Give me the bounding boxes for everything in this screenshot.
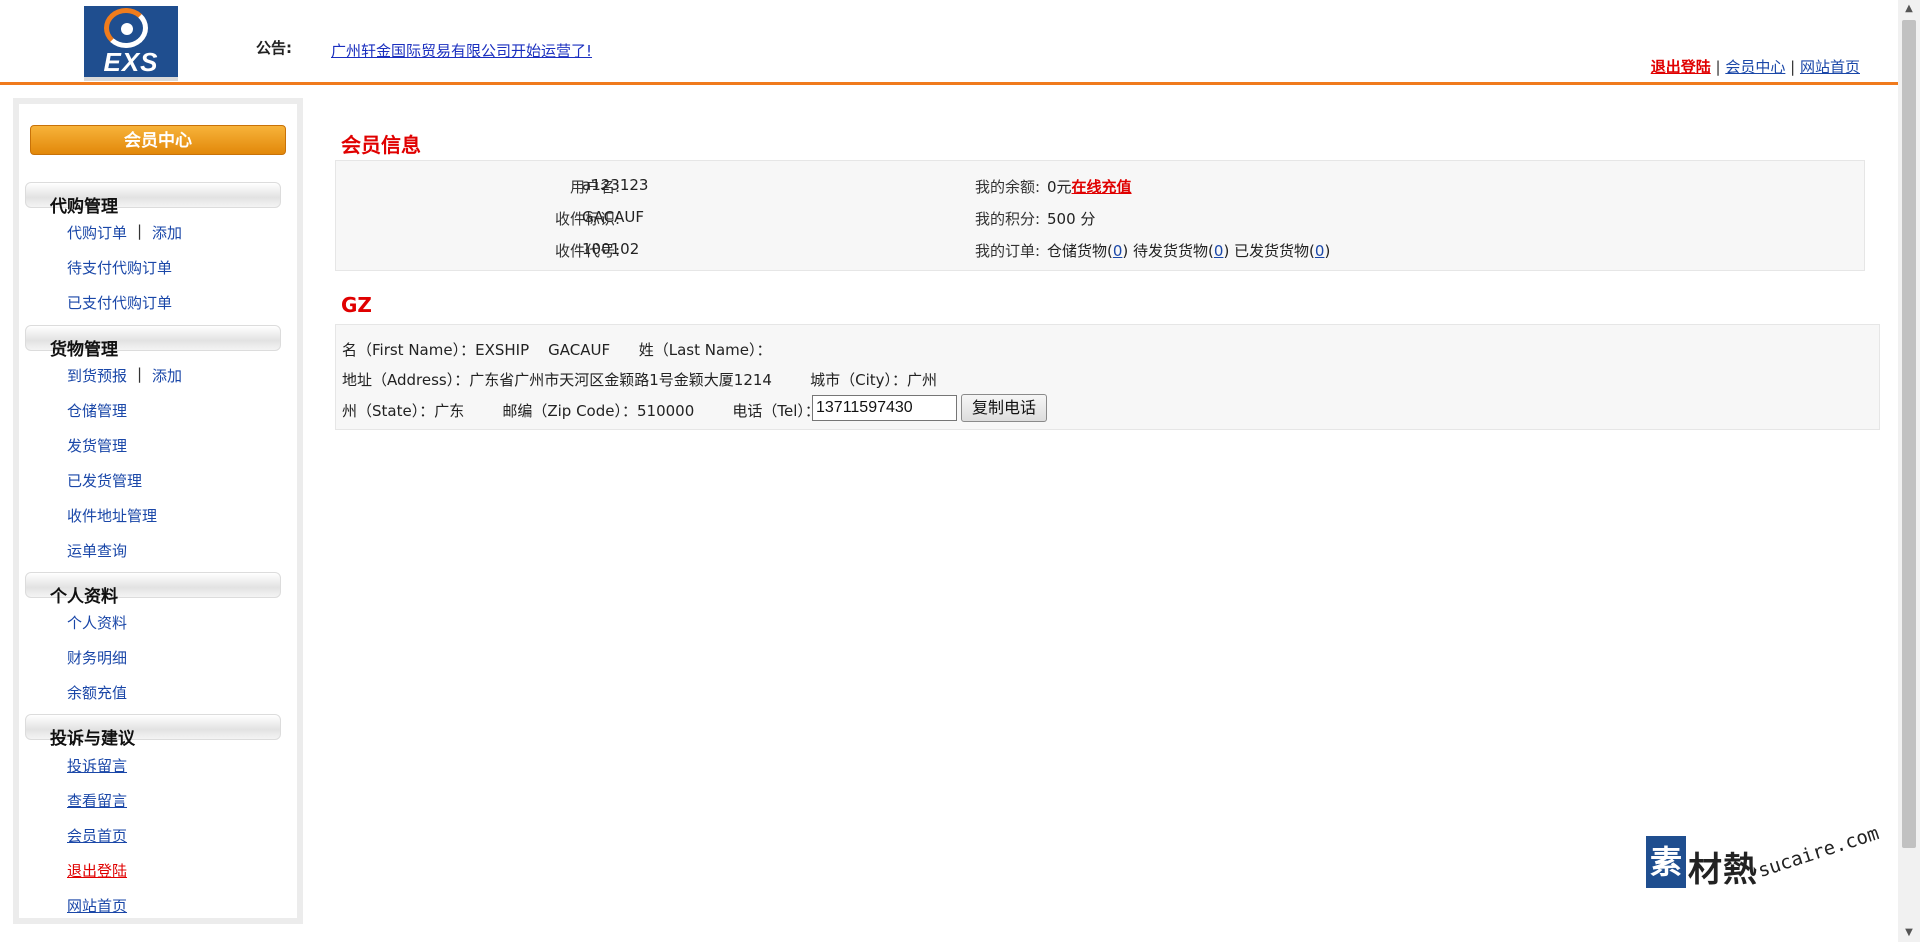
top-site-home-link[interactable]: 网站首页 — [1800, 58, 1860, 76]
balance-label: 我的余额: — [974, 178, 1040, 196]
top-member-center-link[interactable]: 会员中心 — [1725, 58, 1785, 76]
sidebar-item-finance[interactable]: 财务明细 — [67, 647, 127, 668]
member-center-button[interactable]: 会员中心 — [30, 125, 286, 155]
address-title: GZ — [341, 293, 372, 317]
sidebar-item-waybill-query[interactable]: 运单查询 — [67, 540, 127, 561]
state-zip-tel-line: 州（State）：广东 邮编（Zip Code）：510000 电话（Tel）： — [342, 402, 820, 420]
sidebar-sep: | — [137, 222, 143, 240]
section-title-feedback: 投诉与建议 — [25, 714, 281, 749]
sidebar-panel: 会员中心 代购管理 代购订单 | 添加 待支付代购订单 已支付代购订单 货物管理… — [19, 104, 297, 918]
site-logo[interactable]: EXS — [84, 6, 178, 81]
sidebar-item-shipping[interactable]: 发货管理 — [67, 435, 127, 456]
sidebar-item-forecast-add[interactable]: 添加 — [152, 365, 182, 386]
watermark-logo: 素 材熱 sucaire.com — [1646, 822, 1896, 906]
logo-stripe — [84, 77, 178, 81]
sidebar-item-purchase-add[interactable]: 添加 — [152, 222, 182, 243]
top-logout-link[interactable]: 退出登陆 — [1651, 58, 1711, 76]
copy-phone-button[interactable]: 复制电话 — [961, 394, 1047, 422]
top-sep: | — [1715, 58, 1721, 76]
storage-count-link[interactable]: 0 — [1113, 242, 1123, 260]
address-box: 名（First Name）：EXSHIP GACAUF 姓（Last Name）… — [335, 324, 1880, 430]
header-divider — [0, 82, 1898, 85]
orders-label: 我的订单: — [974, 242, 1040, 260]
section-title-profile: 个人资料 — [25, 572, 281, 607]
sidebar-item-complaint[interactable]: 投诉留言 — [67, 755, 127, 776]
notice-link[interactable]: 广州轩金国际贸易有限公司开始运营了! — [331, 40, 592, 61]
page: EXS 公告: 广州轩金国际贸易有限公司开始运营了! 退出登陆 | 会员中心 |… — [0, 0, 1920, 942]
watermark-en-text: sucaire.com — [1755, 822, 1882, 882]
sidebar-sep: | — [137, 365, 143, 383]
section-title-label: 货物管理 — [50, 340, 118, 360]
section-title-purchase: 代购管理 — [25, 182, 281, 217]
sidebar-item-arrival-forecast[interactable]: 到货预报 — [67, 365, 127, 386]
header: EXS 公告: 广州轩金国际贸易有限公司开始运营了! 退出登陆 | 会员中心 |… — [0, 0, 1898, 82]
tel-input[interactable] — [812, 395, 957, 421]
logo-swirl-icon — [104, 8, 148, 48]
sidebar: 会员中心 代购管理 代购订单 | 添加 待支付代购订单 已支付代购订单 货物管理… — [13, 98, 303, 924]
pending-count-link[interactable]: 0 — [1214, 242, 1224, 260]
points-value: 500 分 — [1047, 210, 1096, 228]
section-title-goods: 货物管理 — [25, 325, 281, 360]
top-sep: | — [1790, 58, 1796, 76]
sidebar-item-site-home[interactable]: 网站首页 — [67, 895, 127, 916]
sidebar-item-purchase-orders[interactable]: 代购订单 — [67, 222, 127, 243]
online-recharge-link[interactable]: 在线充值 — [1072, 178, 1132, 196]
address-line: 地址（Address）：广东省广州市天河区金颖路1号金颖大厦1214 城市（Ci… — [342, 371, 938, 389]
sidebar-item-member-home[interactable]: 会员首页 — [67, 825, 127, 846]
scroll-up-arrow-icon[interactable]: ▲ — [1898, 0, 1920, 18]
notice-label: 公告: — [256, 39, 292, 57]
sidebar-item-recharge[interactable]: 余额充值 — [67, 682, 127, 703]
sidebar-item-unpaid-purchase[interactable]: 待支付代购订单 — [67, 257, 172, 278]
sidebar-item-storage[interactable]: 仓储管理 — [67, 400, 127, 421]
name-line: 名（First Name）：EXSHIP GACAUF 姓（Last Name）… — [342, 341, 772, 359]
orders-storage-text: 仓储货物( — [1047, 242, 1113, 260]
scroll-down-arrow-icon[interactable]: ▼ — [1898, 924, 1920, 942]
balance-value: 0元在线充值 — [1047, 176, 1132, 197]
section-title-label: 投诉与建议 — [50, 729, 135, 749]
watermark-square: 素 — [1646, 836, 1686, 888]
recipient-code-value: 100102 — [582, 240, 640, 258]
balance-amount: 0元 — [1047, 178, 1072, 196]
logo-text: EXS — [103, 47, 159, 77]
member-info-title: 会员信息 — [341, 133, 421, 157]
recipient-tag-value: GACAUF — [582, 208, 644, 226]
sidebar-item-paid-purchase[interactable]: 已支付代购订单 — [67, 292, 172, 313]
sidebar-item-profile[interactable]: 个人资料 — [67, 612, 127, 633]
member-info-box: 用户名: a123123 收件标识: GACAUF 收件代号: 100102 我… — [335, 160, 1865, 271]
sidebar-item-shipped[interactable]: 已发货管理 — [67, 470, 142, 491]
orders-value: 仓储货物(0) 待发货货物(0) 已发货货物(0) — [1047, 240, 1330, 261]
sidebar-item-view-messages[interactable]: 查看留言 — [67, 790, 127, 811]
sidebar-item-address-book[interactable]: 收件地址管理 — [67, 505, 157, 526]
orders-close-text: ) — [1324, 242, 1331, 260]
watermark-cn-text: 材熱 — [1688, 850, 1758, 890]
section-title-label: 个人资料 — [50, 587, 118, 607]
vertical-scrollbar[interactable]: ▲ ▼ — [1898, 0, 1920, 942]
sidebar-item-logout[interactable]: 退出登陆 — [67, 860, 127, 881]
points-label: 我的积分: — [974, 210, 1040, 228]
orders-pending-text: ) 待发货货物( — [1122, 242, 1214, 260]
username-value: a123123 — [582, 176, 649, 194]
top-links: 退出登陆 | 会员中心 | 网站首页 — [1651, 56, 1860, 77]
scroll-thumb[interactable] — [1902, 20, 1916, 848]
orders-shipped-text: ) 已发货货物( — [1223, 242, 1315, 260]
section-title-label: 代购管理 — [50, 197, 118, 217]
